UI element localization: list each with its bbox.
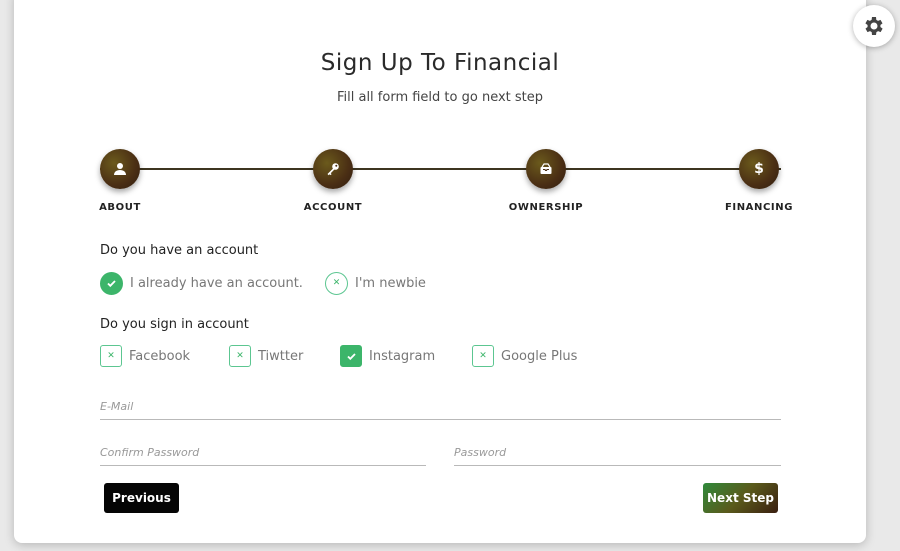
next-step-button[interactable]: Next Step [703,483,778,513]
radio-unselected[interactable]: ✕ [325,272,348,295]
radio-selected[interactable] [100,272,123,295]
page-title: Sign Up To Financial [320,50,560,76]
step-circle [526,149,566,189]
option-label: I already have an account. [130,276,303,291]
page-subtitle: Fill all form field to go next step [336,90,544,105]
password-field[interactable] [454,440,781,466]
step-circle [100,149,140,189]
close-icon: ✕ [236,350,244,361]
option-label: I'm newbie [355,276,426,291]
close-icon: ✕ [479,350,487,361]
step-label: ACCOUNT [303,202,363,213]
checkbox-google-plus[interactable]: ✕ Google Plus [472,345,577,367]
option-have-account[interactable]: I already have an account. [100,272,303,295]
step-ownership[interactable]: OWNERSHIP [486,149,606,213]
close-icon: ✕ [332,278,341,288]
checkbox-label: Facebook [129,348,191,364]
step-circle: $ [739,149,779,189]
step-label: ABOUT [99,202,141,213]
mailbox-icon [540,163,552,174]
step-financing[interactable]: $ FINANCING [699,149,819,213]
checkbox-unchecked[interactable]: ✕ [229,345,251,367]
key-icon [327,163,339,176]
checkbox-instagram[interactable]: Instagram [340,345,435,367]
step-label: FINANCING [724,202,794,213]
step-about[interactable]: ABOUT [60,149,180,213]
checkbox-unchecked[interactable]: ✕ [100,345,122,367]
step-account[interactable]: ACCOUNT [273,149,393,213]
confirm-password-field[interactable] [100,440,426,466]
step-circle [313,149,353,189]
option-newbie[interactable]: ✕ I'm newbie [325,272,426,295]
checkbox-twitter[interactable]: ✕ Tiwtter [229,345,303,367]
dollar-icon: $ [754,161,764,177]
checkbox-unchecked[interactable]: ✕ [472,345,494,367]
close-icon: ✕ [107,350,115,361]
checkbox-label: Google Plus [501,348,578,364]
email-field[interactable] [100,394,781,420]
check-icon [107,280,116,288]
account-question: Do you have an account [100,243,259,258]
checkbox-label: Tiwtter [258,348,304,364]
check-icon [346,352,356,360]
step-label: OWNERSHIP [508,202,584,213]
progress-line [100,168,781,170]
settings-button[interactable] [853,5,895,47]
checkbox-facebook[interactable]: ✕ Facebook [100,345,190,367]
signin-question: Do you sign in account [100,317,249,332]
checkbox-label: Instagram [369,348,436,364]
checkbox-checked[interactable] [340,345,362,367]
user-icon [114,163,126,175]
previous-button[interactable]: Previous [104,483,179,513]
gear-icon [865,17,883,35]
